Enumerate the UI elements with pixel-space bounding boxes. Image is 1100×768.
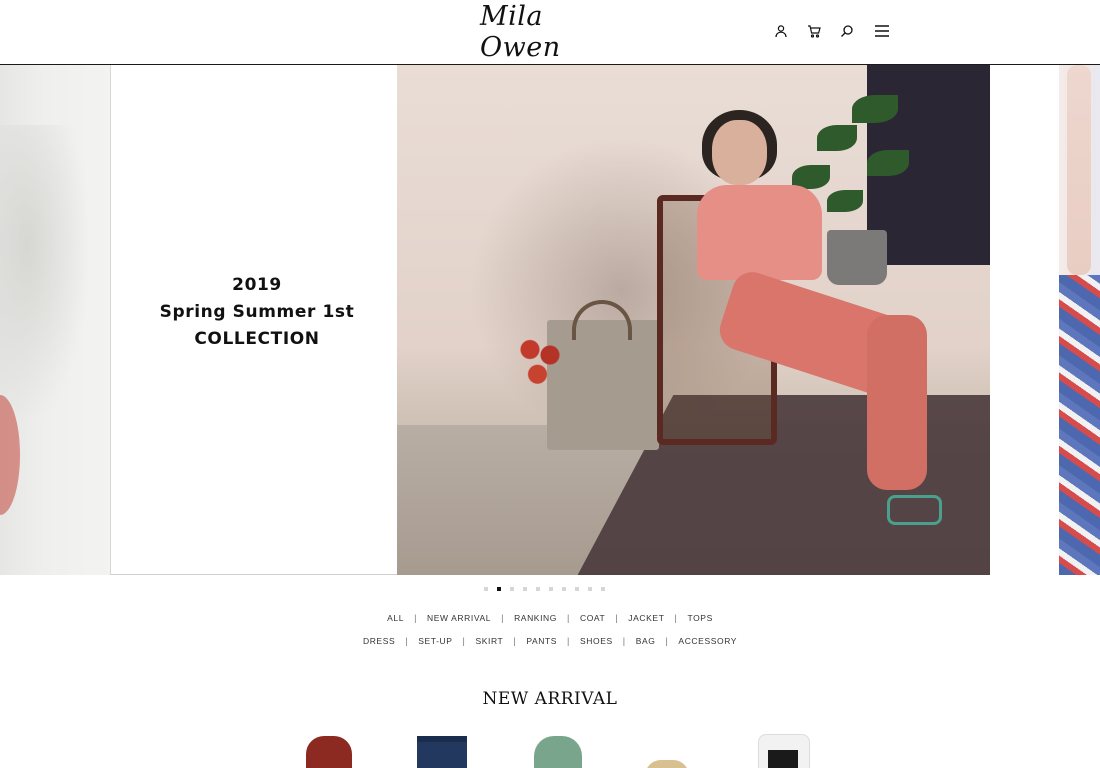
photo-plant-pot (827, 230, 887, 285)
slider-dot[interactable] (575, 587, 579, 591)
photo-model-face (712, 120, 767, 185)
category-separator: | (665, 636, 669, 646)
collection-label: COLLECTION (194, 329, 320, 349)
collection-heading: 2019 Spring Summer 1st COLLECTION (111, 272, 403, 353)
slider-dot[interactable] (484, 587, 488, 591)
category-link-shoes[interactable]: SHOES (580, 636, 613, 646)
category-separator: | (615, 613, 619, 623)
product-thumbnail[interactable] (645, 734, 701, 768)
photo-model-shoe (887, 495, 942, 525)
current-slide[interactable]: 2019 Spring Summer 1st COLLECTION (110, 65, 990, 575)
photo-leaf (827, 190, 863, 212)
cart-icon[interactable] (805, 22, 823, 40)
photo-leaf (867, 150, 909, 176)
slider-dot[interactable] (536, 587, 540, 591)
product-image (534, 736, 582, 768)
product-image-detail (417, 736, 467, 742)
category-link-tops[interactable]: TOPS (687, 613, 712, 623)
slider-dot[interactable] (523, 587, 527, 591)
category-link-ranking[interactable]: RANKING (514, 613, 557, 623)
category-link-accessory[interactable]: ACCESSORY (678, 636, 737, 646)
product-image (645, 760, 689, 768)
category-separator: | (674, 613, 678, 623)
site-header: Mila Owen (0, 0, 1100, 65)
previous-slide-preview[interactable] (0, 65, 110, 575)
category-separator: | (513, 636, 517, 646)
product-thumbnail[interactable] (302, 734, 358, 768)
brand-logo[interactable]: Mila Owen (480, 1, 630, 63)
category-link-skirt[interactable]: SKIRT (475, 636, 503, 646)
slider-dot-active[interactable] (497, 587, 501, 591)
slider-dot[interactable] (562, 587, 566, 591)
category-separator: | (567, 636, 570, 646)
menu-icon[interactable] (873, 22, 891, 40)
search-icon[interactable] (838, 22, 856, 40)
product-thumbnail[interactable] (756, 734, 812, 768)
category-separator: | (414, 613, 418, 623)
category-separator: | (567, 613, 570, 623)
slider-dot[interactable] (601, 587, 605, 591)
new-arrival-heading: NEW ARRIVAL (482, 689, 618, 709)
photo-model-pants (867, 315, 927, 490)
category-link-set-up[interactable]: SET-UP (418, 636, 452, 646)
slider-dot[interactable] (549, 587, 553, 591)
category-separator: | (501, 613, 505, 623)
slide-text-panel: 2019 Spring Summer 1st COLLECTION (110, 65, 397, 575)
hero-slider[interactable]: 2019 Spring Summer 1st COLLECTION (0, 65, 1100, 575)
photo-flowers (515, 333, 565, 388)
category-link-pants[interactable]: PANTS (526, 636, 557, 646)
category-link-dress[interactable]: DRESS (363, 636, 395, 646)
category-link-bag[interactable]: BAG (636, 636, 656, 646)
slider-dot[interactable] (510, 587, 514, 591)
slide-image-detail (1059, 275, 1100, 575)
product-thumbnail[interactable] (415, 734, 471, 768)
photo-leaf (852, 95, 898, 123)
slider-dot[interactable] (588, 587, 592, 591)
slider-pagination (484, 586, 605, 592)
category-link-all[interactable]: ALL (387, 613, 404, 623)
category-separator: | (405, 636, 409, 646)
category-separator: | (462, 636, 466, 646)
category-link-jacket[interactable]: JACKET (628, 613, 664, 623)
photo-leaf (817, 125, 857, 151)
product-image (306, 736, 352, 768)
product-thumbnail[interactable] (532, 734, 588, 768)
slide-image-detail (1067, 65, 1091, 275)
product-image-detail (768, 750, 798, 768)
category-link-new-arrival[interactable]: NEW ARRIVAL (427, 613, 491, 623)
slide-image-shade (0, 125, 90, 425)
category-nav-row-2: DRESS | SET-UP | SKIRT | PANTS | SHOES |… (0, 636, 1100, 646)
user-icon[interactable] (772, 22, 790, 40)
category-nav-row-1: ALL | NEW ARRIVAL | RANKING | COAT | JAC… (0, 613, 1100, 623)
photo-model-top (697, 185, 822, 280)
campaign-photo[interactable] (397, 65, 990, 575)
collection-season: Spring Summer 1st (159, 302, 355, 322)
collection-year: 2019 (232, 275, 282, 295)
category-link-coat[interactable]: COAT (580, 613, 605, 623)
next-slide-preview[interactable] (1059, 65, 1100, 575)
category-separator: | (622, 636, 626, 646)
